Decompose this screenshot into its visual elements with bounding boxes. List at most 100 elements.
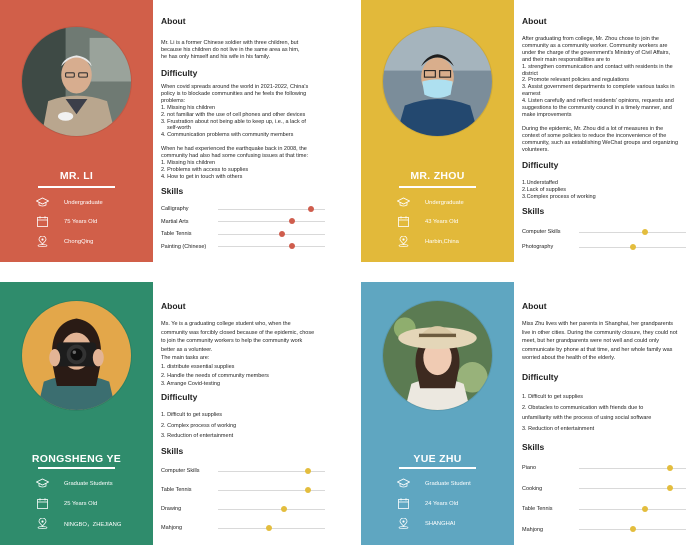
text-line: 1. Difficult to get supplies — [161, 412, 223, 418]
skill-row: Piano — [522, 464, 686, 471]
skill-label: Computer Skills — [161, 468, 200, 474]
skill-level-dot — [666, 485, 673, 492]
skill-row: Painting (Chinese) — [161, 243, 325, 250]
age-text: 75 Years Old — [64, 218, 98, 225]
text-line: 2. Handle the needs of community members — [161, 372, 269, 379]
text-line: problems: — [161, 97, 186, 104]
text-line — [522, 119, 678, 126]
text-line: 4. Listen carefully and reflect resident… — [522, 98, 674, 105]
text-line: Mr. Li is a former Chinese soldier with … — [161, 40, 299, 46]
text-line: community was forcibly closed because of… — [161, 329, 315, 336]
text-line: When he had experienced the earthquake b… — [161, 146, 307, 153]
text-line: community had also had some confusing is… — [161, 153, 309, 160]
location-text: ChongQing — [64, 238, 94, 245]
skill-row: Martial Arts — [161, 218, 325, 225]
text-line: 1. Missing his children — [161, 159, 216, 166]
skill-slider-track — [579, 526, 686, 533]
calendar-icon — [36, 216, 49, 227]
text-line: 2. Complex process of working — [161, 422, 237, 429]
text-line: 4. How to get in touch with others — [161, 173, 243, 180]
text-line: policy is to blockade communities and he… — [161, 90, 307, 97]
persona-sidebar: MR. LI Undergraduate 75 Years Old ChongQ… — [0, 0, 153, 262]
location-row: Harbin,China — [397, 236, 459, 247]
portrait-photo — [383, 27, 492, 136]
skill-level-dot — [666, 464, 673, 471]
education-row: Graduate Student — [397, 478, 471, 489]
skill-slider-track — [218, 243, 325, 250]
text-line: unfamiliarity with the process of using … — [522, 415, 652, 422]
graduation-cap-icon — [397, 478, 410, 489]
skill-row: Mahjong — [522, 526, 686, 533]
skill-level-dot — [279, 230, 286, 237]
education-row: Undergraduate — [36, 197, 103, 208]
location-pin-icon — [36, 518, 49, 529]
persona-name: MR. LI — [59, 170, 94, 182]
difficulty-heading: Difficulty — [161, 68, 198, 78]
skill-row: Drawing — [161, 505, 325, 512]
age-row: 75 Years Old — [36, 216, 97, 227]
skill-level-dot — [288, 218, 295, 225]
persona-card-mr-li: MR. LI Undergraduate 75 Years Old ChongQ… — [0, 0, 353, 262]
persona-name: RONGSHENG YE — [31, 453, 122, 465]
text-line: earnest — [522, 91, 541, 98]
skills-heading: Skills — [161, 186, 184, 196]
text-line: 2. Problems with access to supplies — [161, 166, 249, 173]
skill-label: Piano — [522, 465, 537, 471]
text-line: self-worth — [167, 125, 191, 132]
education-row: Graduate Students — [36, 478, 113, 489]
skill-level-dot — [304, 486, 311, 493]
skill-level-dot — [266, 524, 273, 531]
education-text: Undergraduate — [64, 199, 103, 206]
difficulty-heading: Difficulty — [522, 160, 559, 170]
text-line: 1. strengthen communication and contact … — [522, 63, 673, 70]
text-line: meet, but her grandparents were not well… — [522, 338, 659, 345]
text-line: 3. Assist government departments to comp… — [522, 84, 675, 91]
text-line: 3.Complex process of working — [522, 193, 596, 200]
skill-row: Table Tennis — [522, 505, 686, 512]
text-line: communicate by phone at that time, and h… — [522, 346, 673, 353]
difficulty-heading: Difficulty — [522, 372, 559, 382]
portrait-photo — [383, 301, 492, 410]
education-text: Undergraduate — [425, 199, 464, 206]
difficulty-text: When covid spreads around the world in 2… — [161, 84, 308, 181]
skill-level-dot — [642, 228, 649, 235]
skill-row: Cooking — [522, 485, 686, 492]
skill-label: Table Tennis — [522, 506, 553, 512]
location-row: NINGBO，ZHEJIANG — [36, 518, 121, 529]
skill-label: Computer Skills — [522, 229, 561, 235]
skill-label: Photography — [522, 244, 554, 250]
calendar-icon — [36, 498, 49, 509]
name-divider — [399, 467, 476, 469]
location-text: NINGBO，ZHEJIANG — [64, 522, 122, 528]
name-divider — [38, 186, 115, 188]
skill-label: Martial Arts — [161, 218, 189, 225]
skill-label: Calligraphy — [161, 206, 189, 212]
skill-slider-track — [579, 464, 686, 471]
persona-card-rongsheng-ye: RONGSHENG YE Graduate Students 25 Years … — [0, 282, 353, 545]
skill-level-dot — [629, 526, 636, 533]
persona-name: MR. ZHOU — [410, 170, 465, 182]
about-heading: About — [161, 16, 186, 26]
persona-card-mr-zhou: MR. ZHOU Undergraduate 43 Years Old Harb… — [361, 0, 700, 262]
text-line: 2. not familiar with the use of cell pho… — [161, 111, 306, 118]
skills-heading: Skills — [522, 206, 545, 216]
education-text: Graduate Students — [64, 480, 113, 487]
about-text: Miss Zhu lives with her parents in Shang… — [522, 320, 677, 363]
text-line: 1. Missing his children — [161, 104, 216, 111]
calendar-icon — [397, 498, 410, 509]
education-row: Undergraduate — [397, 197, 464, 208]
text-line: 3. Frustration about not being able to k… — [161, 118, 306, 125]
location-pin-icon — [397, 518, 410, 529]
location-text: Harbin,China — [425, 238, 459, 245]
skill-slider-track — [218, 486, 325, 493]
skill-level-dot — [308, 205, 315, 212]
text-line: live in other cities. During the communi… — [522, 329, 678, 336]
age-text: 43 Years Old — [425, 218, 459, 225]
difficulty-text: 1. Difficult to get supplies 2. Obstacles… — [522, 392, 651, 434]
text-line: 1. distribute essential supplies — [161, 363, 235, 370]
text-line: he has only himself and his wife in his … — [161, 53, 271, 60]
text-line: 2. Promote relevant policies and regulat… — [522, 77, 630, 84]
persona-details: About Mr. Li is a former Chinese soldier… — [153, 0, 353, 262]
age-text: 24 Years Old — [425, 500, 459, 507]
text-line: 1. Difficult to get supplies — [522, 394, 584, 400]
